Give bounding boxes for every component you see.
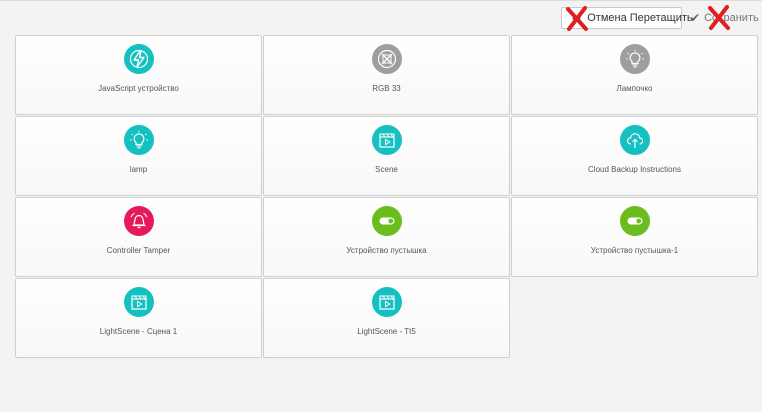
save-button[interactable]: ✔ Сохранить [690, 5, 762, 30]
device-name: RGB 33 [372, 84, 401, 93]
device-tile[interactable]: Устройство пустышка-1 [511, 197, 758, 277]
clapperboard-icon [371, 287, 402, 317]
cloud-upload-icon [619, 125, 650, 155]
device-tile[interactable]: LightScene - Сцена 1 [15, 278, 262, 358]
lightbulb-icon [123, 125, 154, 155]
lightbulb-icon [619, 44, 650, 74]
lightning-icon [123, 44, 154, 74]
toggle-icon [371, 206, 402, 236]
device-tile[interactable]: Устройство пустышка [263, 197, 510, 277]
device-name: LightScene - Сцена 1 [99, 327, 178, 336]
device-name: Устройство пустышка-1 [590, 246, 679, 255]
device-tile[interactable]: JavaScript устройство [15, 35, 262, 115]
toggle-icon [619, 206, 650, 236]
device-name: Устройство пустышка [346, 246, 427, 255]
device-tile[interactable]: Scene [263, 116, 510, 196]
device-tile[interactable]: Cloud Backup Instructions [511, 116, 758, 196]
alarm-bell-icon [123, 206, 154, 236]
arrows-icon: ⬌ [572, 12, 582, 25]
top-divider [0, 0, 762, 1]
device-name: lamp [129, 165, 148, 174]
device-tile[interactable]: LightScene - Tt5 [263, 278, 510, 358]
device-name: Лампочко [616, 84, 653, 93]
device-tile[interactable]: lamp [15, 116, 262, 196]
cancel-drag-button[interactable]: ⬌ Отмена Перетащить [561, 6, 693, 31]
device-name: JavaScript устройство [98, 84, 179, 93]
save-label: Сохранить [704, 12, 759, 24]
toolbar: ⬌ Отмена Перетащить ✔ Сохранить [561, 5, 762, 31]
checkmark-icon: ✔ [690, 11, 701, 25]
device-name: Cloud Backup Instructions [588, 165, 681, 174]
clapperboard-icon [123, 287, 154, 317]
device-name: LightScene - Tt5 [357, 327, 416, 336]
device-tile[interactable]: Controller Tamper [15, 197, 262, 277]
device-name: Scene [375, 165, 398, 174]
crossed-box-icon [371, 44, 402, 74]
device-grid: JavaScript устройство RGB 33 Лампочко lamp S… [15, 35, 758, 358]
clapperboard-icon [371, 125, 402, 155]
cancel-drag-label: Отмена Перетащить [587, 12, 693, 24]
device-name: Controller Tamper [106, 246, 171, 255]
device-tile[interactable]: RGB 33 [263, 35, 510, 115]
device-tile[interactable]: Лампочко [511, 35, 758, 115]
